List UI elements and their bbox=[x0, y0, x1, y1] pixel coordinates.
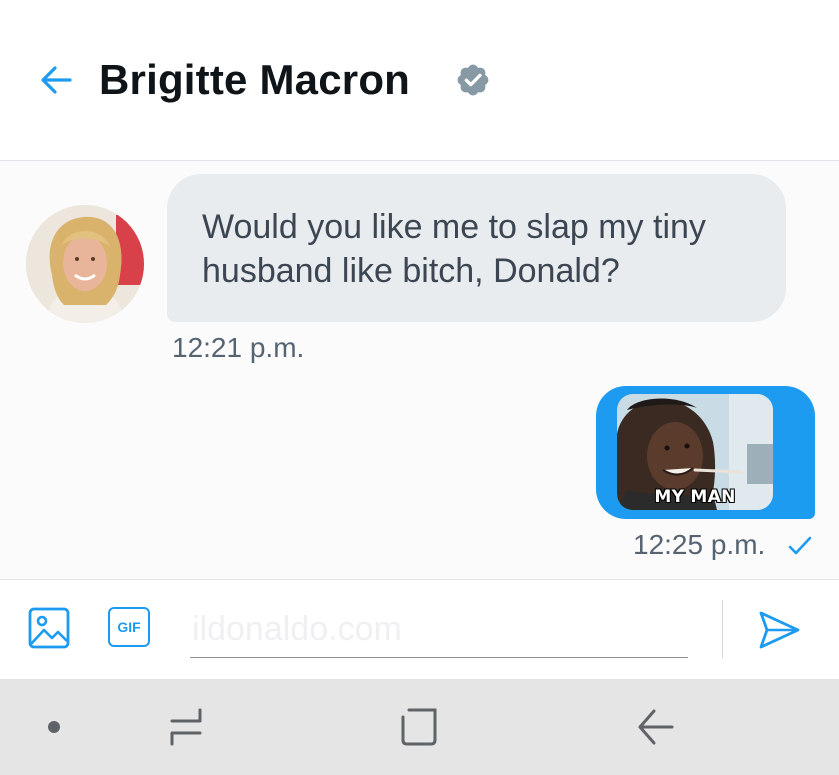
home-icon[interactable] bbox=[399, 705, 439, 749]
system-navigation-bar bbox=[0, 679, 839, 775]
add-image-button[interactable] bbox=[27, 606, 71, 650]
dot-icon[interactable] bbox=[46, 719, 62, 735]
gif-message[interactable]: MY MAN bbox=[617, 394, 773, 510]
send-button[interactable] bbox=[757, 608, 801, 652]
add-gif-button[interactable]: GIF bbox=[108, 607, 150, 647]
conversation-header: Brigitte Macron bbox=[0, 0, 839, 161]
outgoing-message-time: 12:25 p.m. bbox=[633, 529, 766, 560]
check-icon bbox=[788, 536, 812, 555]
incoming-message-text: Would you like me to slap my tiny husban… bbox=[202, 208, 706, 290]
back-button[interactable] bbox=[38, 62, 74, 98]
back-icon[interactable] bbox=[636, 705, 676, 749]
contact-name[interactable]: Brigitte Macron bbox=[99, 55, 410, 105]
message-input[interactable] bbox=[190, 602, 688, 658]
image-icon bbox=[28, 607, 70, 649]
recent-apps-icon[interactable] bbox=[166, 705, 206, 749]
arrow-left-icon bbox=[41, 66, 72, 94]
avatar[interactable] bbox=[26, 205, 144, 323]
verified-badge-icon bbox=[457, 64, 489, 96]
send-icon bbox=[759, 611, 800, 649]
incoming-message-bubble[interactable]: Would you like me to slap my tiny husban… bbox=[167, 174, 786, 322]
composer-divider bbox=[722, 600, 723, 658]
gif-caption: MY MAN bbox=[654, 487, 736, 507]
gif-button-label: GIF bbox=[117, 619, 141, 635]
incoming-message-time: 12:21 p.m. bbox=[172, 332, 305, 363]
